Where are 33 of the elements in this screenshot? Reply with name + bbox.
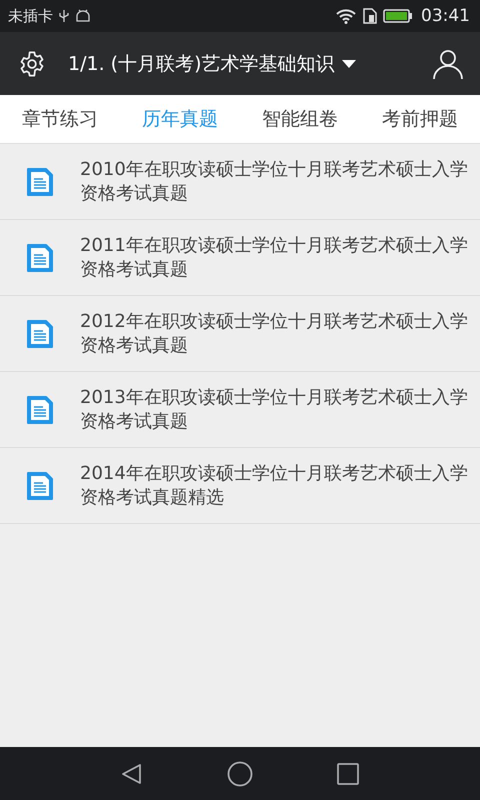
home-button[interactable] (225, 758, 255, 788)
paper-item[interactable]: 2014年在职攻读硕士学位十月联考艺术硕士入学资格考试真题精选 (0, 448, 480, 524)
subject-dropdown[interactable]: 1/1. (十月联考)艺术学基础知识 (56, 50, 424, 76)
paper-item[interactable]: 2013年在职攻读硕士学位十月联考艺术硕士入学资格考试真题 (0, 372, 480, 448)
paper-title: 2013年在职攻读硕士学位十月联考艺术硕士入学资格考试真题 (80, 386, 468, 434)
carrier-text: 未插卡 (8, 6, 53, 26)
document-icon (24, 394, 56, 426)
android-icon (75, 9, 91, 23)
paper-item[interactable]: 2011年在职攻读硕士学位十月联考艺术硕士入学资格考试真题 (0, 220, 480, 296)
wifi-icon (335, 8, 357, 24)
document-icon (24, 242, 56, 274)
clock-text: 03:41 (421, 6, 470, 26)
recents-icon (337, 762, 359, 784)
home-icon (227, 760, 253, 786)
paper-item[interactable]: 2012年在职攻读硕士学位十月联考艺术硕士入学资格考试真题 (0, 296, 480, 372)
back-icon (120, 762, 144, 786)
usb-icon (59, 9, 69, 23)
sim-icon (363, 8, 377, 24)
document-icon (24, 166, 56, 198)
tab[interactable]: 考前押题 (378, 100, 462, 138)
tab[interactable]: 章节练习 (18, 100, 102, 138)
paper-title: 2014年在职攻读硕士学位十月联考艺术硕士入学资格考试真题精选 (80, 462, 468, 510)
paper-item[interactable]: 2010年在职攻读硕士学位十月联考艺术硕士入学资格考试真题 (0, 144, 480, 220)
document-icon (24, 318, 56, 350)
settings-icon (18, 50, 46, 78)
battery-icon (383, 9, 413, 23)
paper-title: 2011年在职攻读硕士学位十月联考艺术硕士入学资格考试真题 (80, 234, 468, 282)
paper-title: 2010年在职攻读硕士学位十月联考艺术硕士入学资格考试真题 (80, 158, 468, 206)
tab[interactable]: 智能组卷 (258, 100, 342, 138)
paper-title: 2012年在职攻读硕士学位十月联考艺术硕士入学资格考试真题 (80, 310, 468, 358)
person-icon (432, 48, 464, 80)
document-icon (24, 470, 56, 502)
caret-icon (342, 60, 356, 68)
